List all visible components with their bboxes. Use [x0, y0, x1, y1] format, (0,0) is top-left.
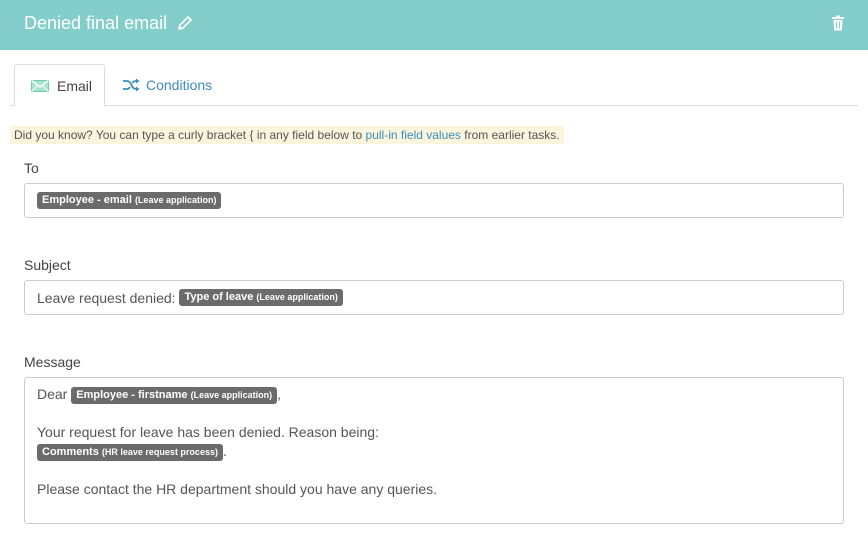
token-context: (Leave application)	[256, 292, 338, 302]
task-header: Denied final email	[0, 0, 868, 50]
tab-email[interactable]: Email	[14, 64, 105, 107]
token-context: (Leave application)	[190, 389, 273, 400]
tip-banner: Did you know? You can type a curly brack…	[10, 126, 564, 144]
token-context: (HR leave request process)	[101, 446, 218, 457]
field-value-token[interactable]: Employee - email (Leave application)	[37, 192, 222, 209]
greeting-suffix: ,	[277, 386, 281, 402]
message-field[interactable]: Dear Employee - firstname (Leave applica…	[24, 377, 844, 524]
message-label: Message	[24, 354, 81, 370]
tab-conditions[interactable]: Conditions	[122, 64, 212, 106]
task-title: Denied final email	[24, 13, 168, 33]
field-value-token[interactable]: Type of leave (Leave application)	[179, 289, 343, 306]
token-context: (Leave application)	[134, 195, 217, 205]
pull-in-field-values-link[interactable]: pull-in field values	[366, 128, 461, 142]
token-name: Comments	[42, 445, 99, 458]
token-name: Employee - firstname	[76, 388, 188, 401]
subject-label: Subject	[24, 257, 71, 273]
token-name: Type of leave	[184, 291, 254, 303]
tab-conditions-label: Conditions	[146, 77, 213, 93]
message-line-closing: Please contact the HR department should …	[37, 481, 438, 497]
comments-suffix: .	[222, 443, 227, 459]
tab-bar: Email Conditions	[10, 64, 858, 107]
greeting-text: Dear	[37, 386, 68, 402]
trash-icon[interactable]	[831, 15, 845, 31]
shuffle-icon	[123, 78, 140, 92]
message-line-body: Your request for leave has been denied. …	[37, 424, 379, 440]
to-field[interactable]: Employee - email (Leave application)	[24, 183, 844, 218]
to-label: To	[24, 160, 39, 176]
tab-email-label: Email	[57, 77, 93, 94]
pencil-icon[interactable]	[177, 15, 193, 31]
envelope-icon	[31, 79, 49, 92]
token-name: Employee - email	[42, 194, 132, 206]
field-value-token[interactable]: Comments (HR leave request process)	[37, 443, 223, 461]
subject-text: Leave request denied:	[37, 289, 176, 306]
message-line-greeting: Dear Employee - firstname (Leave applica…	[37, 385, 831, 404]
field-value-token[interactable]: Employee - firstname (Leave application)	[71, 386, 278, 404]
tip-prefix: Did you know? You can type a curly brack…	[14, 128, 366, 142]
message-line-comments: Comments (HR leave request process).	[37, 442, 831, 461]
tip-suffix: from earlier tasks.	[460, 128, 560, 142]
subject-field[interactable]: Leave request denied: Type of leave (Lea…	[24, 280, 844, 315]
